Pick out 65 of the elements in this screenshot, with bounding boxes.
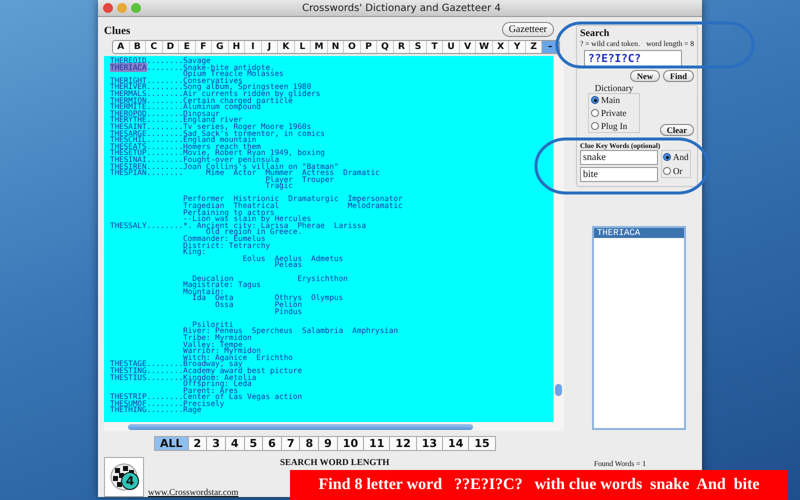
letter-tab[interactable]: E	[179, 41, 196, 53]
length-tab[interactable]: 10	[336, 436, 364, 451]
vertical-scrollbar[interactable]	[553, 56, 564, 422]
minimize-icon[interactable]	[117, 3, 127, 13]
length-tab[interactable]: 15	[468, 436, 496, 451]
pattern-field[interactable]: ??E?I?C?	[584, 50, 682, 67]
website-link[interactable]: www.Crosswordstar.com	[148, 487, 238, 497]
length-tab[interactable]: 13	[416, 436, 442, 451]
letter-tab[interactable]: H	[228, 41, 246, 53]
letter-tab[interactable]: M	[311, 41, 328, 53]
search-title: Search	[580, 28, 610, 39]
letter-tab[interactable]: W	[476, 41, 493, 53]
clues-title: Clues	[104, 25, 130, 37]
letter-tab[interactable]: J	[262, 41, 278, 53]
length-tab[interactable]: 4	[224, 436, 244, 451]
find-button[interactable]: Find	[662, 70, 694, 82]
radio-button[interactable]: Or	[663, 166, 688, 176]
letter-tab[interactable]: N	[328, 41, 344, 53]
letter-tab[interactable]: T	[426, 41, 444, 53]
length-tab[interactable]: 3	[206, 436, 225, 451]
letter-tab[interactable]: U	[443, 41, 460, 53]
radio-button[interactable]: And	[663, 152, 688, 162]
length-tab[interactable]: 2	[188, 436, 206, 451]
letter-tab[interactable]: Y	[509, 41, 526, 53]
result-item[interactable]: THERIACA	[594, 228, 684, 238]
length-tab[interactable]: ALL	[154, 436, 188, 451]
length-tab[interactable]: 8	[299, 436, 318, 451]
letter-tab[interactable]: V	[460, 41, 476, 53]
length-tab[interactable]: 12	[389, 436, 416, 451]
letter-tab[interactable]: K	[278, 41, 295, 53]
key-word-field[interactable]: bite	[580, 167, 658, 182]
letter-tab[interactable]: Q	[377, 41, 394, 53]
letter-tab[interactable]: P	[360, 41, 378, 53]
letter-tab[interactable]: L	[294, 41, 312, 53]
window-title: Crosswords' Dictionary and Gazetteer 4	[301, 2, 502, 14]
caption-banner: Find 8 letter word ??E?I?C? with clue words snake And bite	[290, 470, 788, 500]
radio-button[interactable]: Plug In	[591, 121, 637, 131]
length-tab[interactable]: 11	[363, 436, 390, 451]
letter-tab[interactable]: X	[492, 41, 510, 53]
length-tab[interactable]: 14	[442, 436, 468, 451]
horizontal-scrollbar[interactable]	[104, 422, 564, 431]
letter-tab[interactable]: B	[130, 41, 146, 53]
clear-button[interactable]: Clear	[660, 124, 694, 136]
length-tab[interactable]: 6	[262, 436, 281, 451]
letter-tab[interactable]: G	[212, 41, 229, 53]
letter-tab[interactable]: D	[162, 41, 180, 53]
letter-tab[interactable]: O	[344, 41, 361, 53]
letter-tab[interactable]: S	[410, 41, 427, 53]
letter-tab[interactable]: F	[196, 41, 212, 53]
length-tab[interactable]: 5	[244, 436, 262, 451]
new-button[interactable]: New	[630, 70, 660, 82]
radio-button[interactable]: Main	[591, 95, 637, 105]
radio-button[interactable]: Private	[591, 108, 637, 118]
letter-tab[interactable]: C	[146, 41, 163, 53]
key-word-field[interactable]: snake	[580, 150, 658, 165]
length-tab[interactable]: 7	[280, 436, 300, 451]
close-icon[interactable]	[103, 3, 113, 13]
letter-tab[interactable]: I	[245, 41, 262, 53]
gazetteer-button[interactable]: Gazetteer	[502, 22, 554, 37]
zoom-icon[interactable]	[131, 3, 141, 13]
length-caption: SEARCH WORD LENGTH	[280, 457, 390, 467]
length-tab[interactable]: 9	[318, 436, 337, 451]
dictionary-title: Dictionary	[594, 83, 634, 93]
letter-tab[interactable]: A	[113, 41, 130, 53]
letter-tab[interactable]: R	[394, 41, 410, 53]
